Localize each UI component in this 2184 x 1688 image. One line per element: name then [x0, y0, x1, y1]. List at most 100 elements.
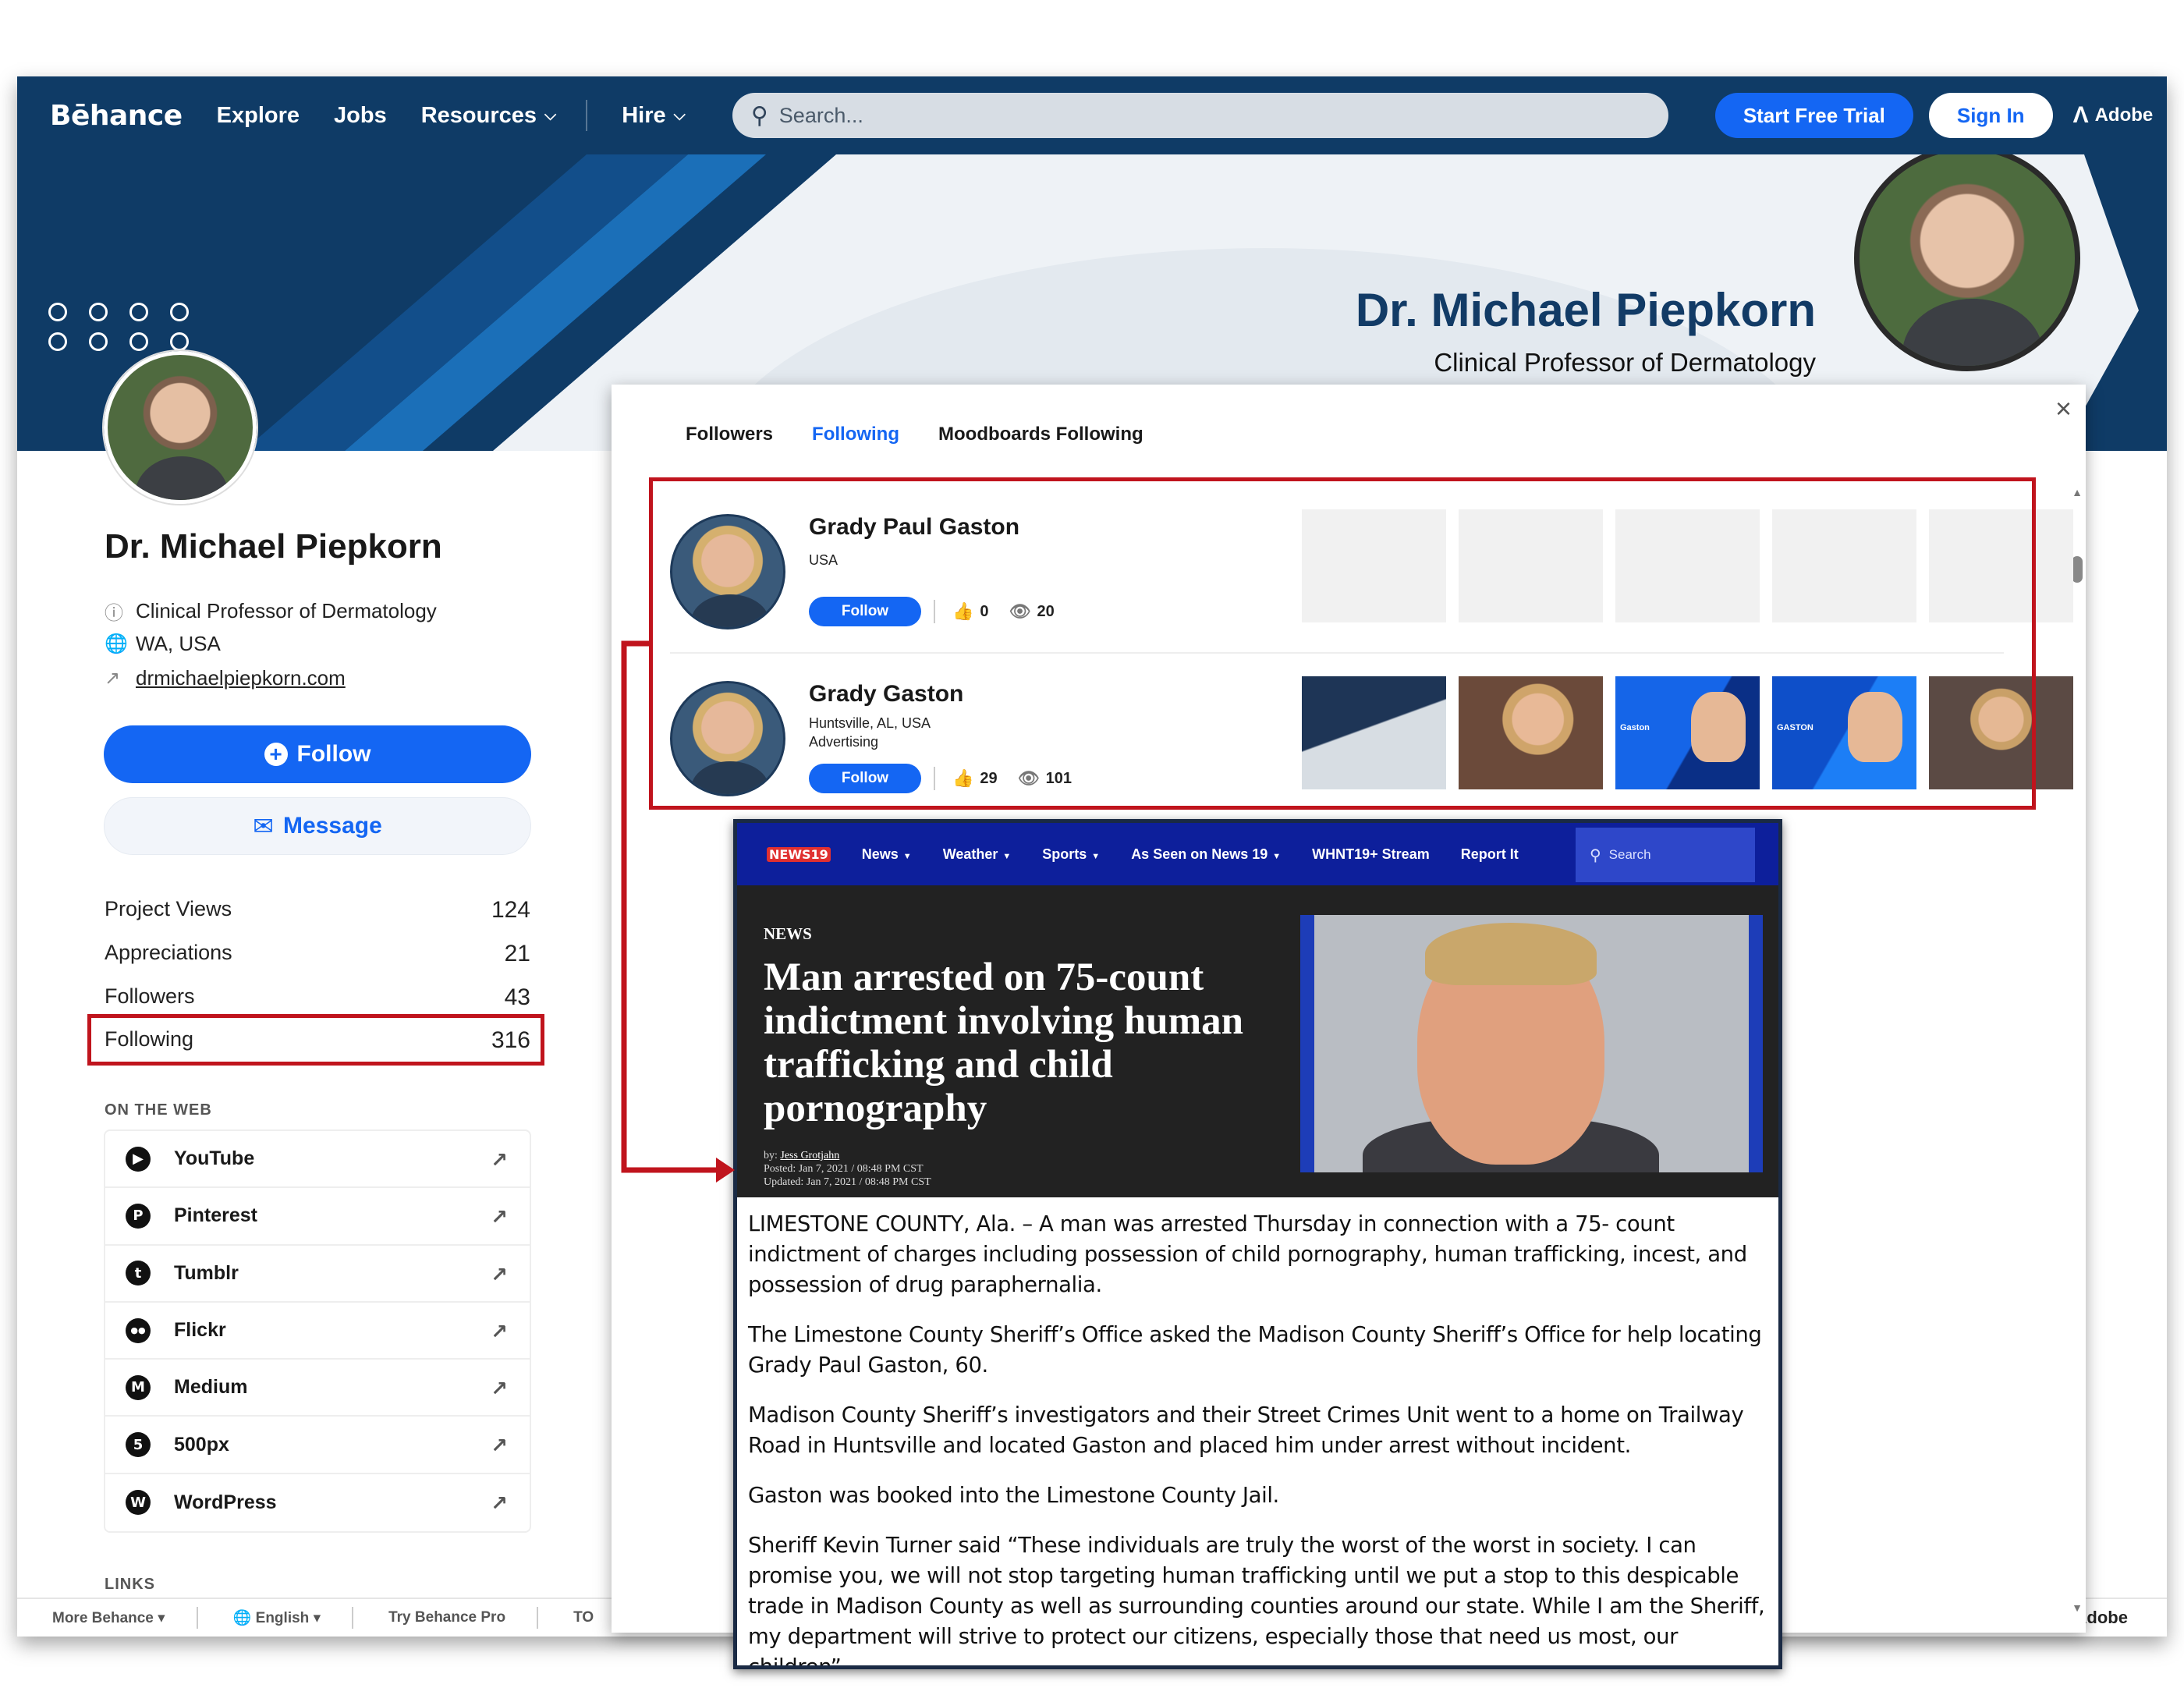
news-nav-sports[interactable]: Sports ▼ — [1042, 846, 1100, 863]
external-link-icon: ↗ — [491, 1205, 508, 1229]
caret-down-icon: ▾ — [158, 1609, 165, 1626]
news-nav-report-it[interactable]: Report It — [1461, 846, 1519, 863]
youtube-icon: ▶ — [126, 1146, 151, 1172]
tab-moodboards-following[interactable]: Moodboards Following — [938, 424, 1143, 445]
start-free-trial-button[interactable]: Start Free Trial — [1714, 93, 1913, 138]
profile-location: 🌐 WA, USA — [105, 632, 221, 656]
news-author-link[interactable]: Jess Grotjahn — [780, 1150, 839, 1161]
stat-value: 43 — [504, 984, 530, 1010]
news19-logo-text: NEWS19 — [767, 846, 831, 862]
more-behance-menu[interactable]: More Behance ▾ — [52, 1609, 165, 1627]
web-link-pinterest[interactable]: P Pinterest ↗ — [105, 1188, 530, 1246]
globe-icon: 🌐 — [105, 633, 128, 654]
profile-website-link[interactable]: drmichaelpiepkorn.com — [136, 666, 346, 690]
avatar-shoulders — [135, 456, 229, 500]
web-link-label: 500px — [174, 1433, 229, 1456]
tos-link[interactable]: TO — [573, 1609, 594, 1626]
caret-down-icon: ▼ — [1002, 851, 1012, 861]
external-link-icon: ↗ — [491, 1491, 508, 1515]
modal-tabs: Followers Following Moodboards Following — [686, 424, 1182, 445]
adobe-logo-icon: Λ — [2072, 102, 2089, 128]
search-icon: ⚲ — [750, 102, 768, 129]
web-link-flickr[interactable]: ●● Flickr ↗ — [105, 1303, 530, 1360]
news-nav-weather[interactable]: Weather ▼ — [943, 846, 1012, 863]
news-kicker: NEWS — [764, 924, 812, 943]
news19-logo[interactable]: NEWS19 — [767, 846, 831, 862]
caret-down-icon: ▼ — [1272, 851, 1282, 861]
nav-divider — [586, 100, 588, 131]
try-behance-pro-link[interactable]: Try Behance Pro — [388, 1609, 505, 1626]
mugshot-hair — [1425, 923, 1597, 985]
news-byline: by: Jess Grotjahn Posted: Jan 7, 2021 / … — [764, 1149, 931, 1189]
nav-resources-label: Resources — [420, 102, 537, 128]
wordpress-icon: W — [126, 1490, 151, 1516]
profile-name: Dr. Michael Piepkorn — [105, 527, 442, 566]
language-menu[interactable]: 🌐 English ▾ — [233, 1608, 321, 1627]
article-paragraph: Gaston was booked into the Limestone Cou… — [748, 1483, 1279, 1508]
footer-divider — [196, 1607, 198, 1629]
external-link-icon: ↗ — [491, 1377, 508, 1401]
adobe-link[interactable]: Λ Adobe — [2073, 102, 2154, 129]
scroll-up-icon[interactable]: ▲ — [2072, 486, 2083, 498]
sign-in-button[interactable]: Sign In — [1928, 93, 2053, 138]
modal-scrollbar[interactable] — [2067, 486, 2086, 1617]
tab-followers[interactable]: Followers — [686, 424, 773, 445]
web-link-youtube[interactable]: ▶ YouTube ↗ — [105, 1131, 530, 1189]
article-paragraph: LIMESTONE COUNTY, Ala. – A man was arres… — [748, 1211, 1747, 1297]
search-input[interactable]: ⚲ Search... — [732, 93, 1668, 138]
profile-avatar[interactable] — [104, 351, 257, 504]
news-nav-stream[interactable]: WHNT19+ Stream — [1312, 846, 1430, 863]
close-icon[interactable]: × — [2055, 392, 2072, 425]
news-nav-label: Weather — [942, 846, 998, 862]
caret-down-icon: ▾ — [313, 1610, 321, 1626]
more-behance-label: More Behance — [52, 1609, 154, 1626]
adobe-label: Adobe — [2094, 105, 2154, 126]
news-search-input[interactable]: ⚲ Search — [1576, 828, 1755, 882]
footer-divider — [537, 1607, 539, 1629]
links-heading: LINKS — [105, 1576, 155, 1593]
circle-icon — [89, 303, 108, 321]
news-article-overlay: NEWS19 News ▼ Weather ▼ Sports ▼ As Seen on… — [733, 819, 1782, 1669]
profile-website[interactable]: ↗ drmichaelpiepkorn.com — [105, 666, 346, 690]
profile-occupation: ⓘ Clinical Professor of Dermatology — [105, 598, 437, 625]
circle-icon — [48, 303, 67, 321]
chevron-down-icon: ⌵ — [544, 106, 557, 124]
news-author-line: by: Jess Grotjahn — [764, 1149, 931, 1162]
message-button[interactable]: ✉ Message — [104, 797, 531, 855]
circle-icon — [170, 303, 189, 321]
circle-icon — [170, 332, 189, 351]
web-links-list: ▶ YouTube ↗ P Pinterest ↗ t Tumblr ↗ ●● … — [104, 1129, 531, 1534]
profile-location-text: WA, USA — [136, 632, 221, 655]
search-icon: ⚲ — [1590, 846, 1601, 864]
news-nav-news[interactable]: News ▼ — [862, 846, 912, 863]
web-link-wordpress[interactable]: W WordPress ↗ — [105, 1474, 530, 1531]
external-link-icon: ↗ — [491, 1148, 508, 1172]
follow-button[interactable]: + Follow — [104, 725, 531, 783]
scrollbar-thumb[interactable] — [2072, 556, 2083, 583]
nav-hire[interactable]: Hire ⌵ — [622, 103, 686, 129]
web-link-tumblr[interactable]: t Tumblr ↗ — [105, 1246, 530, 1303]
web-link-label: Medium — [174, 1376, 248, 1399]
message-label: Message — [283, 813, 382, 839]
on-the-web-heading: ON THE WEB — [105, 1101, 212, 1119]
web-link-medium[interactable]: M Medium ↗ — [105, 1360, 530, 1417]
following-highlight-box — [87, 1014, 544, 1066]
web-link-500px[interactable]: 5 500px ↗ — [105, 1417, 530, 1474]
nav-resources[interactable]: Resources ⌵ — [421, 103, 556, 129]
scroll-down-icon[interactable]: ▼ — [2072, 1601, 2083, 1614]
500px-icon: 5 — [126, 1432, 151, 1458]
nav-explore[interactable]: Explore — [217, 103, 300, 129]
behance-logo[interactable]: Bēhance — [50, 100, 183, 132]
stat-followers[interactable]: Followers 43 — [105, 984, 530, 1011]
tab-following[interactable]: Following — [812, 424, 899, 445]
news-nav-as-seen[interactable]: As Seen on News 19 ▼ — [1131, 846, 1281, 863]
envelope-icon: ✉ — [253, 812, 275, 840]
stat-label: Followers — [105, 984, 195, 1008]
news-navigation-bar: NEWS19 News ▼ Weather ▼ Sports ▼ As Seen on… — [737, 823, 1778, 885]
tumblr-icon: t — [126, 1261, 151, 1286]
medium-icon: M — [126, 1374, 151, 1400]
top-navigation-bar: Bēhance Explore Jobs Resources ⌵ Hire ⌵ … — [17, 76, 2167, 154]
nav-jobs[interactable]: Jobs — [334, 103, 387, 129]
news-article-body: LIMESTONE COUNTY, Ala. – A man was arres… — [748, 1209, 1778, 1665]
web-link-label: Pinterest — [174, 1204, 257, 1227]
